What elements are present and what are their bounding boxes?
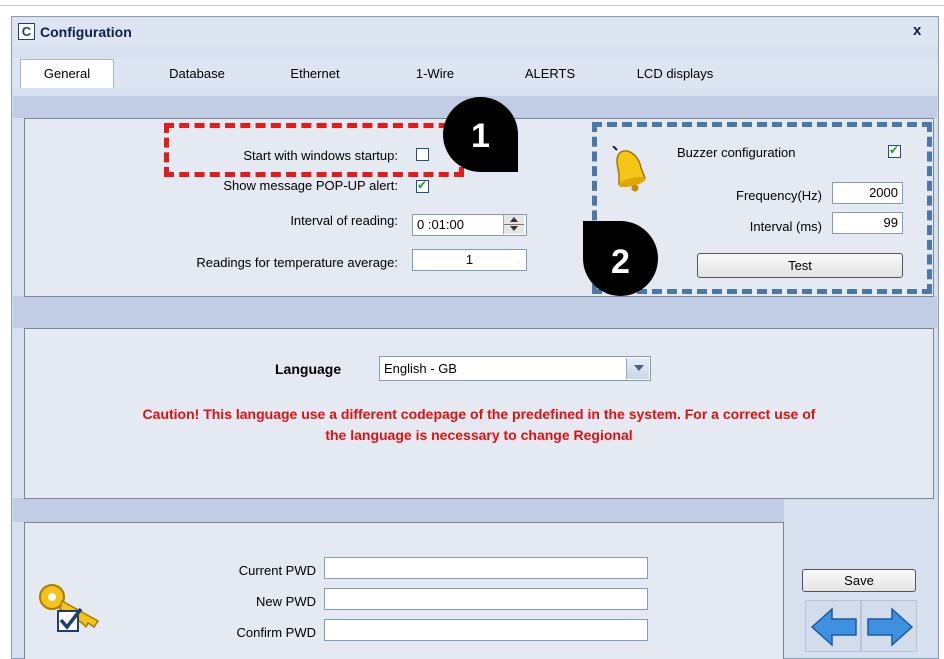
language-selected-value: English - GB [384, 361, 457, 376]
spinner-divider [504, 224, 524, 225]
title-bar [12, 18, 938, 46]
top-edge [0, 0, 944, 6]
spinner-up-icon[interactable] [510, 217, 518, 222]
chevron-glyph [634, 365, 644, 371]
current-pwd-field[interactable] [324, 557, 648, 579]
interval-label: Interval of reading: [290, 213, 398, 228]
keys-icon [36, 579, 108, 633]
bell-icon [611, 145, 651, 194]
interval-value: 0 :01:00 [417, 217, 464, 232]
buzzer-interval-field[interactable]: 99 [832, 212, 903, 234]
annotation-marker-1: 1 [443, 97, 518, 172]
buzzer-config-label: Buzzer configuration [677, 145, 796, 160]
section-band [13, 296, 937, 328]
buzzer-interval-label: Interval (ms) [749, 219, 822, 234]
annotation-box-1 [164, 123, 464, 177]
caution-line-2: the language is necessary to change Regi… [325, 427, 633, 443]
chevron-down-icon[interactable] [626, 358, 649, 379]
frequency-field[interactable]: 2000 [832, 182, 903, 204]
show-popup-checkbox[interactable] [416, 178, 429, 193]
next-button[interactable] [861, 600, 917, 652]
interval-spinner[interactable] [503, 215, 524, 234]
language-select[interactable]: English - GB [379, 356, 651, 381]
new-pwd-field[interactable] [324, 588, 648, 610]
tab-1wire[interactable]: 1-Wire [405, 64, 465, 84]
prev-button[interactable] [805, 600, 861, 652]
readings-label: Readings for temperature average: [196, 255, 398, 270]
tab-strip [12, 58, 938, 88]
tab-ethernet[interactable]: Ethernet [275, 64, 355, 84]
tab-general[interactable]: General [20, 59, 114, 88]
window-title: Configuration [40, 24, 132, 40]
language-label: Language [275, 361, 342, 377]
caution-line-1: Caution! This language use a different c… [142, 406, 816, 422]
annotation-marker-2: 2 [583, 221, 658, 296]
frequency-label: Frequency(Hz) [736, 188, 822, 203]
show-popup-label: Show message POP-UP alert: [223, 178, 398, 193]
tab-lcd-displays[interactable]: LCD displays [620, 64, 730, 84]
test-button[interactable]: Test [697, 253, 903, 278]
spinner-down-icon[interactable] [510, 226, 518, 231]
tab-alerts[interactable]: ALERTS [515, 64, 585, 84]
readings-field[interactable]: 1 [412, 249, 527, 271]
confirm-pwd-label: Confirm PWD [236, 625, 316, 640]
buzzer-checkbox[interactable] [888, 143, 901, 158]
arrow-right-icon [867, 607, 914, 647]
close-icon[interactable]: x [913, 22, 921, 39]
save-button[interactable]: Save [802, 569, 916, 592]
confirm-pwd-field[interactable] [324, 619, 648, 641]
arrow-left-icon [810, 607, 857, 647]
tab-database[interactable]: Database [155, 64, 239, 84]
new-pwd-label: New PWD [256, 594, 316, 609]
app-icon: C [18, 23, 35, 40]
current-pwd-label: Current PWD [238, 563, 316, 578]
section-band [13, 498, 784, 522]
